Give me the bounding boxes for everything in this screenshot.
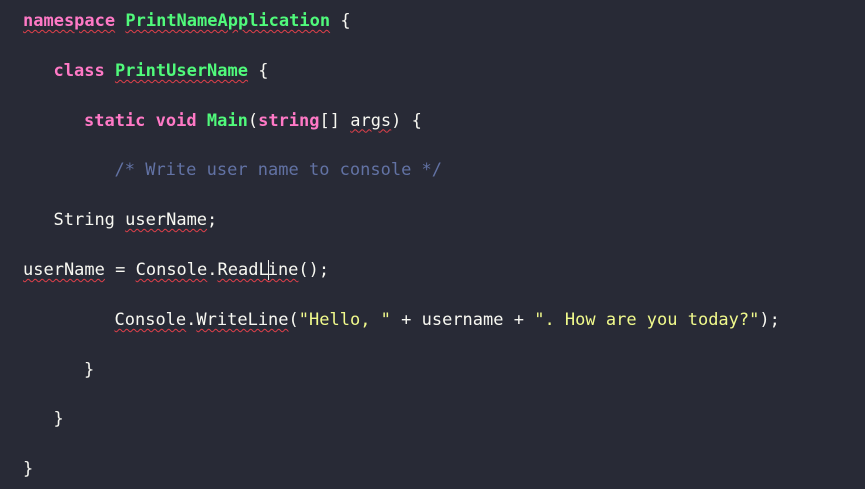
code-line-7[interactable]: Console.WriteLine("Hello, " + username +…: [115, 308, 780, 332]
code-line-10[interactable]: }: [23, 457, 33, 481]
code-token: ReadL: [217, 260, 269, 280]
code-token: Console: [114, 309, 187, 330]
code-token: );: [759, 309, 780, 330]
code-line-8[interactable]: }: [84, 358, 94, 382]
code-token: {: [248, 60, 269, 81]
code-line-6[interactable]: userName = Console.ReadLine();: [23, 258, 329, 282]
code-token: class: [53, 60, 105, 81]
code-token: args: [350, 110, 392, 131]
code-line-5[interactable]: String userName;: [54, 208, 218, 232]
code-line-4[interactable]: /* Write user name to console */: [115, 158, 443, 182]
code-token: }: [23, 459, 34, 480]
code-token: namespace: [23, 11, 116, 31]
code-token: (: [288, 309, 299, 330]
code-token: string: [258, 110, 320, 131]
code-token: =: [104, 260, 136, 280]
code-token: + username +: [390, 309, 535, 330]
code-token: PrintUserName: [114, 60, 248, 81]
code-token: Main: [206, 110, 248, 131]
code-token: }: [53, 409, 64, 430]
code-token: "Hello, ": [298, 309, 391, 330]
code-line-9[interactable]: }: [54, 407, 64, 431]
code-token: ();: [298, 260, 330, 280]
code-token: (: [247, 110, 259, 131]
code-line-3[interactable]: static void Main(string[] args) {: [84, 109, 422, 133]
code-token: Console: [135, 260, 208, 280]
code-token: /* Write user name to console */: [114, 160, 443, 181]
code-token: userName: [125, 210, 208, 231]
code-token: ;: [207, 210, 218, 231]
code-token: ". How are you today?": [534, 309, 760, 330]
code-token: PrintNameApplication: [125, 11, 331, 31]
code-editor[interactable]: namespace PrintNameApplication {class Pr…: [0, 0, 865, 489]
code-token: ) {: [391, 110, 422, 131]
code-token: static: [84, 110, 146, 131]
code-token: userName: [23, 260, 105, 280]
code-token: []: [319, 110, 351, 131]
code-token: String: [53, 210, 126, 231]
code-token: ine: [267, 260, 299, 280]
code-token: WriteLine: [196, 309, 289, 330]
code-token: }: [84, 359, 95, 380]
code-token: .: [207, 260, 218, 280]
code-line-2[interactable]: class PrintUserName {: [54, 59, 269, 83]
code-token: void: [155, 110, 197, 131]
code-line-1[interactable]: namespace PrintNameApplication {: [23, 9, 351, 33]
code-token: {: [330, 11, 351, 31]
code-token: .: [186, 309, 197, 330]
